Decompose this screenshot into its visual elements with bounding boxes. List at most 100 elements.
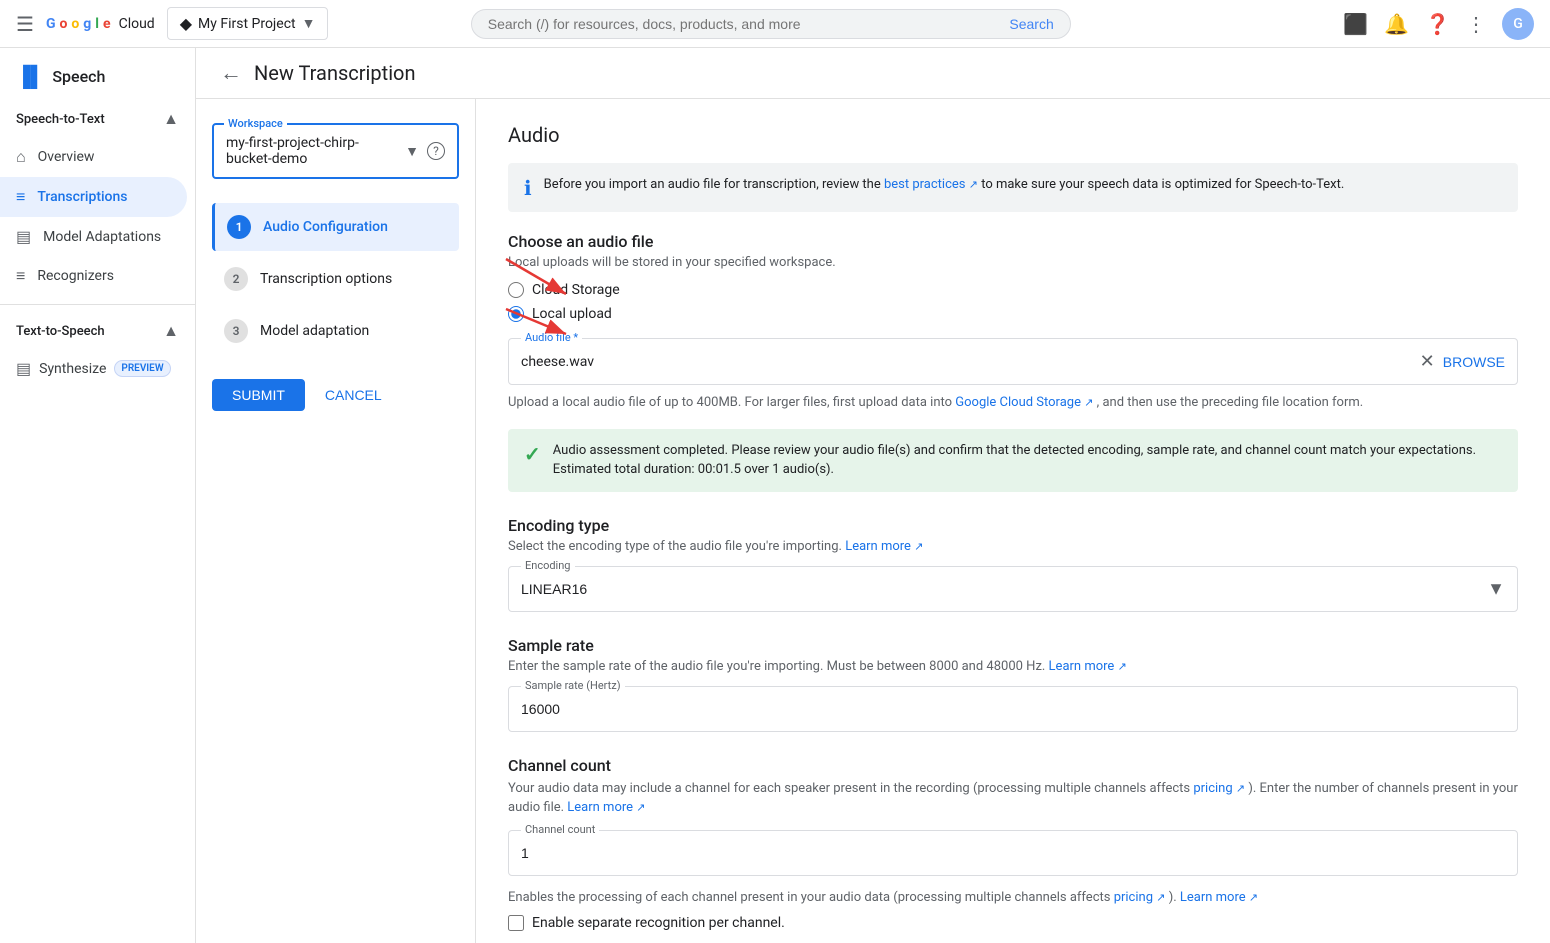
- step-2-label: Transcription options: [260, 271, 392, 287]
- wizard-actions: SUBMIT CANCEL: [212, 379, 459, 411]
- speech-logo-text: Speech: [52, 67, 105, 86]
- channel-learn-more-link[interactable]: Learn more: [567, 800, 633, 815]
- sidebar-item-label-synthesize: Synthesize: [39, 361, 106, 377]
- step-2-number: 2: [224, 267, 248, 291]
- sidebar-section-text-to-speech: Text-to-Speech ▲ ▤ Synthesize PREVIEW: [0, 313, 195, 388]
- back-button[interactable]: ←: [220, 60, 242, 86]
- terminal-icon[interactable]: ⬛: [1343, 12, 1368, 36]
- checkbox-desc-1: Enables the processing of each channel p…: [508, 890, 1114, 905]
- success-box: ✓ Audio assessment completed. Please rev…: [508, 429, 1518, 492]
- sidebar-item-transcriptions[interactable]: ≡ Transcriptions: [0, 177, 187, 217]
- search-bar: Search: [471, 9, 1071, 39]
- gcs-link[interactable]: Google Cloud Storage: [955, 395, 1081, 410]
- gcs-link-icon: ↗: [1084, 396, 1093, 409]
- wizard-step-2[interactable]: 2 Transcription options: [212, 255, 459, 303]
- radio-group: Cloud Storage Local upload: [508, 282, 1518, 322]
- cancel-button[interactable]: CANCEL: [317, 379, 390, 411]
- enable-recognition-checkbox[interactable]: [508, 915, 524, 931]
- workspace-value: my-first-project-chirp-bucket-demo: [226, 135, 397, 167]
- hamburger-icon[interactable]: ☰: [16, 12, 34, 36]
- tts-chevron-icon: ▲: [163, 321, 179, 341]
- radio-local-input[interactable]: [508, 306, 524, 322]
- transcriptions-icon: ≡: [16, 187, 25, 207]
- encoding-learn-more-icon: ↗: [914, 540, 923, 553]
- channel-learn-more-icon: ↗: [636, 801, 645, 814]
- browse-button[interactable]: BROWSE: [1443, 354, 1505, 370]
- step-3-number: 3: [224, 319, 248, 343]
- checkbox-label-text: Enable separate recognition per channel.: [532, 915, 785, 931]
- success-text: Audio assessment completed. Please revie…: [553, 441, 1502, 480]
- enable-recognition-checkbox-label[interactable]: Enable separate recognition per channel.: [508, 915, 1518, 931]
- radio-cloud-label: Cloud Storage: [532, 282, 620, 298]
- stt-label: Speech-to-Text: [16, 112, 105, 127]
- channel-count-input[interactable]: [509, 831, 1517, 875]
- channel-count-section: Channel count Your audio data may includ…: [508, 756, 1518, 932]
- sidebar-section-header-stt[interactable]: Speech-to-Text ▲: [0, 101, 195, 137]
- sidebar-section-header-tts[interactable]: Text-to-Speech ▲: [0, 313, 195, 349]
- sample-rate-learn-more-icon: ↗: [1118, 660, 1127, 673]
- step-3-label: Model adaptation: [260, 323, 369, 339]
- workspace-dropdown-icon[interactable]: ▼: [405, 143, 419, 160]
- tts-label: Text-to-Speech: [16, 324, 105, 339]
- encoding-select[interactable]: LINEAR16 FLAC MULAW AMR AMR_WB OGG_OPUS …: [509, 567, 1517, 611]
- sidebar-item-recognizers[interactable]: ≡ Recognizers: [0, 256, 187, 296]
- checkbox-learn-more-icon: ↗: [1249, 891, 1258, 904]
- project-icon: ◆: [180, 14, 192, 33]
- main-content-area: ← New Transcription Workspace my-first-p…: [196, 48, 1550, 943]
- choose-audio-desc: Local uploads will be stored in your spe…: [508, 255, 1518, 270]
- sample-rate-section: Sample rate Enter the sample rate of the…: [508, 636, 1518, 732]
- workspace-help-icon[interactable]: ?: [427, 142, 445, 160]
- workspace-label: Workspace: [224, 117, 287, 130]
- checkbox-learn-more-link[interactable]: Learn more: [1180, 890, 1246, 905]
- project-dropdown-icon: ▼: [302, 15, 316, 32]
- info-box: ℹ Before you import an audio file for tr…: [508, 163, 1518, 212]
- radio-cloud-input[interactable]: [508, 282, 524, 298]
- checkbox-pricing-icon: ↗: [1156, 891, 1165, 904]
- page-title: New Transcription: [254, 61, 416, 85]
- radio-local-upload[interactable]: Local upload: [508, 306, 1518, 322]
- channel-desc-1: Your audio data may include a channel fo…: [508, 781, 1193, 796]
- encoding-field-label: Encoding: [521, 559, 575, 572]
- sample-rate-input[interactable]: [509, 687, 1517, 731]
- pricing-link-icon: ↗: [1236, 782, 1245, 795]
- bell-icon[interactable]: 🔔: [1384, 12, 1409, 36]
- google-cloud-logo: Google Cloud: [46, 16, 155, 32]
- sidebar-item-label-model: Model Adaptations: [43, 229, 161, 245]
- checkbox-pricing-link[interactable]: pricing: [1114, 890, 1153, 905]
- upload-hint-text: Upload a local audio file of up to 400MB…: [508, 395, 955, 410]
- encoding-learn-more-link[interactable]: Learn more: [845, 539, 911, 554]
- info-text-before: Before you import an audio file for tran…: [544, 177, 884, 192]
- search-button[interactable]: Search: [1009, 16, 1053, 32]
- channel-count-title: Channel count: [508, 756, 1518, 775]
- submit-button[interactable]: SUBMIT: [212, 379, 305, 411]
- help-icon[interactable]: ❓: [1425, 12, 1450, 36]
- sidebar-item-model-adaptations[interactable]: ▤ Model Adaptations: [0, 217, 187, 256]
- section-title: Audio: [508, 123, 1518, 147]
- wizard-step-3[interactable]: 3 Model adaptation: [212, 307, 459, 355]
- file-clear-icon[interactable]: ✕: [1420, 351, 1435, 372]
- workspace-selector: Workspace my-first-project-chirp-bucket-…: [212, 123, 459, 179]
- more-icon[interactable]: ⋮: [1466, 12, 1486, 36]
- radio-cloud-storage[interactable]: Cloud Storage: [508, 282, 1518, 298]
- search-input[interactable]: [488, 16, 1002, 32]
- upload-hint: Upload a local audio file of up to 400MB…: [508, 393, 1518, 413]
- step-1-label: Audio Configuration: [263, 219, 388, 235]
- sample-rate-learn-more-link[interactable]: Learn more: [1049, 659, 1115, 674]
- wizard-steps: 1 Audio Configuration 2 Transcription op…: [212, 203, 459, 355]
- sample-rate-desc-text: Enter the sample rate of the audio file …: [508, 659, 1049, 674]
- preview-badge: PREVIEW: [114, 360, 170, 377]
- project-name: My First Project: [198, 16, 296, 32]
- right-panel: Audio ℹ Before you import an audio file …: [476, 99, 1550, 943]
- audio-file-label: Audio file *: [521, 331, 582, 344]
- sidebar-app-header: ▐▌ Speech: [0, 52, 195, 101]
- sidebar: ▐▌ Speech Speech-to-Text ▲ ⌂ Overview ≡ …: [0, 48, 196, 943]
- sidebar-item-label-overview: Overview: [38, 149, 95, 165]
- sidebar-item-synthesize[interactable]: ▤ Synthesize PREVIEW: [0, 349, 187, 388]
- sidebar-item-overview[interactable]: ⌂ Overview: [0, 137, 187, 177]
- pricing-link[interactable]: pricing: [1193, 781, 1232, 796]
- project-selector[interactable]: ◆ My First Project ▼: [167, 7, 329, 40]
- wizard-step-1[interactable]: 1 Audio Configuration: [212, 203, 459, 251]
- best-practices-link[interactable]: best practices: [884, 177, 966, 192]
- encoding-type-section: Encoding type Select the encoding type o…: [508, 516, 1518, 612]
- avatar[interactable]: G: [1502, 8, 1534, 40]
